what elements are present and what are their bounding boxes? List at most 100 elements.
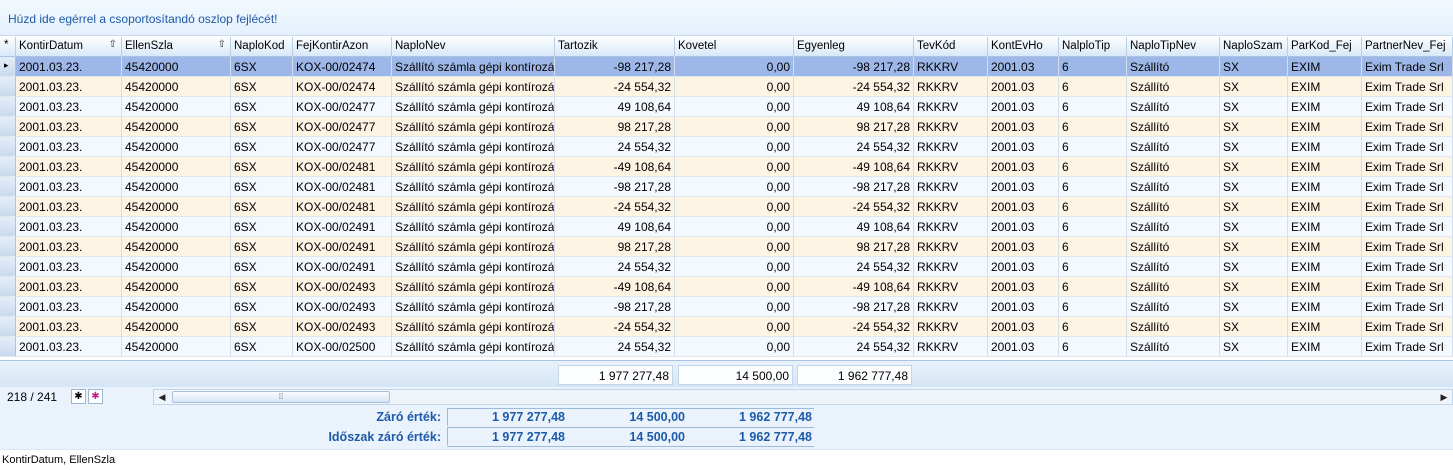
table-row[interactable]: 2001.03.23. 45420000 6SX KOX-00/02493 Szállí…: [0, 297, 1453, 317]
cell-nalplotip[interactable]: 6: [1059, 197, 1127, 217]
cell-nalplotip[interactable]: 6: [1059, 97, 1127, 117]
table-row[interactable]: 2001.03.23. 45420000 6SX KOX-00/02481 Szállí…: [0, 177, 1453, 197]
column-header-partnernev_fej[interactable]: PartnerNev_Fej: [1362, 37, 1453, 57]
cell-kovetel[interactable]: 0,00: [675, 297, 794, 317]
cell-naploszam[interactable]: SX: [1220, 117, 1288, 137]
cell-naplokod[interactable]: 6SX: [231, 257, 293, 277]
cell-tartozik[interactable]: 98 217,28: [555, 117, 675, 137]
scroll-right-icon[interactable]: ▶: [1436, 390, 1452, 404]
cell-naplonev[interactable]: Szállító számla gépi kontírozás: [392, 157, 555, 177]
cell-partnernev_fej[interactable]: Exim Trade Srl: [1362, 97, 1453, 117]
column-header-naplotipnev[interactable]: NaploTipNev: [1127, 37, 1220, 57]
cell-naploszam[interactable]: SX: [1220, 257, 1288, 277]
cell-naplotipnev[interactable]: Szállító: [1127, 317, 1220, 337]
cell-kontirdatum[interactable]: 2001.03.23.: [16, 197, 122, 217]
row-indicator[interactable]: [0, 237, 16, 257]
cell-ellenszla[interactable]: 45420000: [122, 237, 231, 257]
cell-nalplotip[interactable]: 6: [1059, 337, 1127, 357]
cell-kontevho[interactable]: 2001.03: [988, 257, 1059, 277]
cell-kontirdatum[interactable]: 2001.03.23.: [16, 97, 122, 117]
cell-tartozik[interactable]: -98 217,28: [555, 177, 675, 197]
cell-naplokod[interactable]: 6SX: [231, 57, 293, 77]
cell-kontevho[interactable]: 2001.03: [988, 117, 1059, 137]
cell-kontirdatum[interactable]: 2001.03.23.: [16, 217, 122, 237]
cell-kovetel[interactable]: 0,00: [675, 257, 794, 277]
cell-tevkod[interactable]: RKKRV: [914, 317, 988, 337]
cell-kovetel[interactable]: 0,00: [675, 77, 794, 97]
column-header-naplonev[interactable]: NaploNev: [392, 37, 555, 57]
cell-parkod_fej[interactable]: EXIM: [1288, 177, 1362, 197]
cell-parkod_fej[interactable]: EXIM: [1288, 337, 1362, 357]
cell-egyenleg[interactable]: 49 108,64: [794, 97, 914, 117]
cell-nalplotip[interactable]: 6: [1059, 317, 1127, 337]
cell-kovetel[interactable]: 0,00: [675, 137, 794, 157]
row-indicator[interactable]: [0, 157, 16, 177]
cell-parkod_fej[interactable]: EXIM: [1288, 77, 1362, 97]
cell-naplokod[interactable]: 6SX: [231, 277, 293, 297]
cell-naplotipnev[interactable]: Szállító: [1127, 297, 1220, 317]
cell-naplotipnev[interactable]: Szállító: [1127, 197, 1220, 217]
column-header-kovetel[interactable]: Kovetel: [675, 37, 794, 57]
cell-nalplotip[interactable]: 6: [1059, 157, 1127, 177]
cell-tartozik[interactable]: 49 108,64: [555, 217, 675, 237]
cell-fejkontirazon[interactable]: KOX-00/02500: [293, 337, 392, 357]
cell-ellenszla[interactable]: 45420000: [122, 277, 231, 297]
cell-partnernev_fej[interactable]: Exim Trade Srl: [1362, 277, 1453, 297]
cell-kovetel[interactable]: 0,00: [675, 277, 794, 297]
cell-kontevho[interactable]: 2001.03: [988, 237, 1059, 257]
cell-fejkontirazon[interactable]: KOX-00/02491: [293, 237, 392, 257]
row-indicator[interactable]: [0, 257, 16, 277]
cell-kontevho[interactable]: 2001.03: [988, 317, 1059, 337]
table-row[interactable]: 2001.03.23. 45420000 6SX KOX-00/02477 Szállí…: [0, 137, 1453, 157]
cell-partnernev_fej[interactable]: Exim Trade Srl: [1362, 297, 1453, 317]
cell-naplokod[interactable]: 6SX: [231, 97, 293, 117]
cell-naplokod[interactable]: 6SX: [231, 297, 293, 317]
cell-nalplotip[interactable]: 6: [1059, 257, 1127, 277]
row-indicator[interactable]: [0, 217, 16, 237]
cell-partnernev_fej[interactable]: Exim Trade Srl: [1362, 197, 1453, 217]
cell-ellenszla[interactable]: 45420000: [122, 177, 231, 197]
cell-kontirdatum[interactable]: 2001.03.23.: [16, 317, 122, 337]
cell-parkod_fej[interactable]: EXIM: [1288, 217, 1362, 237]
cell-ellenszla[interactable]: 45420000: [122, 157, 231, 177]
cell-naplonev[interactable]: Szállító számla gépi kontírozás: [392, 277, 555, 297]
row-indicator[interactable]: [0, 137, 16, 157]
cell-naplokod[interactable]: 6SX: [231, 177, 293, 197]
cell-parkod_fej[interactable]: EXIM: [1288, 97, 1362, 117]
row-indicator[interactable]: [0, 297, 16, 317]
table-row[interactable]: 2001.03.23. 45420000 6SX KOX-00/02481 Szállí…: [0, 157, 1453, 177]
cell-ellenszla[interactable]: 45420000: [122, 137, 231, 157]
table-row[interactable]: 2001.03.23. 45420000 6SX KOX-00/02491 Szállí…: [0, 257, 1453, 277]
cell-naplonev[interactable]: Szállító számla gépi kontírozás: [392, 177, 555, 197]
cell-naplonev[interactable]: Szállító számla gépi kontírozás: [392, 117, 555, 137]
cell-naplokod[interactable]: 6SX: [231, 237, 293, 257]
cell-kovetel[interactable]: 0,00: [675, 117, 794, 137]
cell-naplonev[interactable]: Szállító számla gépi kontírozás: [392, 197, 555, 217]
cell-fejkontirazon[interactable]: KOX-00/02477: [293, 117, 392, 137]
cell-kontevho[interactable]: 2001.03: [988, 97, 1059, 117]
cell-egyenleg[interactable]: 24 554,32: [794, 257, 914, 277]
cell-tevkod[interactable]: RKKRV: [914, 197, 988, 217]
cell-nalplotip[interactable]: 6: [1059, 117, 1127, 137]
table-row[interactable]: 2001.03.23. 45420000 6SX KOX-00/02491 Szállí…: [0, 217, 1453, 237]
table-row[interactable]: ▸ 2001.03.23. 45420000 6SX KOX-00/02474 Száll…: [0, 57, 1453, 77]
column-header-tartozik[interactable]: Tartozik: [555, 37, 675, 57]
table-row[interactable]: 2001.03.23. 45420000 6SX KOX-00/02477 Szállí…: [0, 117, 1453, 137]
cell-tartozik[interactable]: 98 217,28: [555, 237, 675, 257]
table-row[interactable]: 2001.03.23. 45420000 6SX KOX-00/02493 Szállí…: [0, 317, 1453, 337]
scroll-thumb[interactable]: ⁞⁞: [172, 391, 390, 403]
row-indicator[interactable]: [0, 177, 16, 197]
cell-naplotipnev[interactable]: Szállító: [1127, 217, 1220, 237]
cell-nalplotip[interactable]: 6: [1059, 57, 1127, 77]
cell-kontirdatum[interactable]: 2001.03.23.: [16, 117, 122, 137]
cell-egyenleg[interactable]: -98 217,28: [794, 57, 914, 77]
cell-parkod_fej[interactable]: EXIM: [1288, 237, 1362, 257]
cell-parkod_fej[interactable]: EXIM: [1288, 277, 1362, 297]
cell-tartozik[interactable]: -24 554,32: [555, 197, 675, 217]
cell-kontevho[interactable]: 2001.03: [988, 77, 1059, 97]
table-row[interactable]: 2001.03.23. 45420000 6SX KOX-00/02477 Szállí…: [0, 97, 1453, 117]
cell-egyenleg[interactable]: 24 554,32: [794, 337, 914, 357]
row-indicator[interactable]: [0, 337, 16, 357]
cell-egyenleg[interactable]: -98 217,28: [794, 177, 914, 197]
cell-tevkod[interactable]: RKKRV: [914, 97, 988, 117]
